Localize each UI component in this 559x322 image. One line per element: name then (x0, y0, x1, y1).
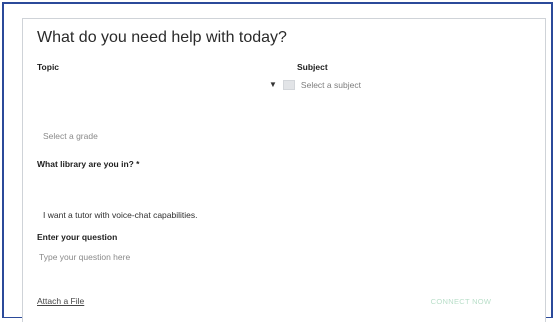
subject-label: Subject (297, 62, 328, 72)
connect-now-button[interactable]: CONNECT NOW (415, 293, 507, 309)
grade-select[interactable]: Select a grade (43, 131, 98, 141)
subject-select[interactable]: ▼ Select a subject (269, 79, 361, 91)
library-input[interactable] (37, 177, 517, 191)
subject-select-value: Select a subject (300, 80, 361, 90)
library-label: What library are you in? * (37, 159, 140, 169)
voice-chat-checkbox[interactable] (31, 211, 39, 219)
topic-label: Topic (37, 62, 60, 72)
question-input[interactable]: Type your question here (39, 252, 130, 262)
question-label: Enter your question (37, 232, 118, 242)
voice-chat-label[interactable]: I want a tutor with voice-chat capabilit… (43, 210, 198, 220)
page-frame: What do you need help with today? Topic … (2, 2, 553, 322)
attach-file-link[interactable]: Attach a File (37, 296, 84, 306)
page-title: What do you need help with today? (37, 29, 287, 46)
help-form-card: What do you need help with today? Topic … (22, 18, 546, 322)
subject-swatch (282, 80, 295, 90)
chevron-down-icon: ▼ (269, 80, 277, 89)
